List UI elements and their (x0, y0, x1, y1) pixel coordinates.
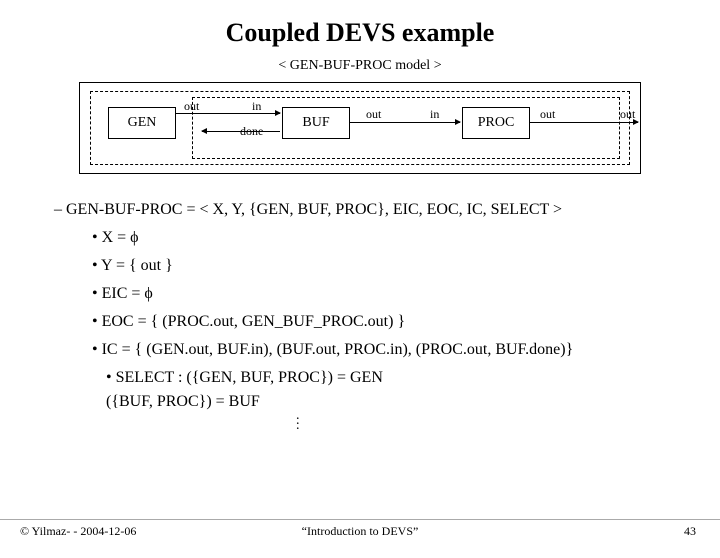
arrow-buf-to-proc (350, 122, 460, 123)
def-eoc: • EOC = { (PROC.out, GEN_BUF_PROC.out) } (36, 310, 684, 334)
definition-list: – GEN-BUF-PROC = < X, Y, {GEN, BUF, PROC… (36, 198, 684, 429)
def-select-line2: ({BUF, PROC}) = BUF (36, 390, 684, 414)
footer-title: “Introduction to DEVS” (0, 524, 720, 539)
def-select-dots: ... (36, 414, 684, 429)
slide-footer: © Yilmaz- - 2004-12-06 “Introduction to … (0, 519, 720, 542)
def-ic: • IC = { (GEN.out, BUF.in), (BUF.out, PR… (36, 338, 684, 362)
coupled-model-diagram: GEN BUF PROC out in done out in out out (79, 82, 641, 174)
def-select-line1: • SELECT : ({GEN, BUF, PROC}) = GEN (36, 366, 684, 390)
slide-subtitle: < GEN-BUF-PROC model > (0, 58, 720, 74)
def-main: – GEN-BUF-PROC = < X, Y, {GEN, BUF, PROC… (36, 198, 684, 222)
buf-box: BUF (282, 107, 350, 139)
port-buf-out: out (366, 107, 381, 122)
port-proc-out: out (540, 107, 555, 122)
footer-page-number: 43 (684, 524, 696, 539)
proc-box: PROC (462, 107, 530, 139)
port-external-out: out (620, 107, 635, 122)
def-eic: • EIC = ϕ (36, 282, 684, 306)
gen-box: GEN (108, 107, 176, 139)
def-x: • X = ϕ (36, 226, 684, 250)
port-proc-in: in (430, 107, 439, 122)
port-buf-in: in (252, 99, 261, 114)
arrow-proc-to-out (530, 122, 638, 123)
slide-title: Coupled DEVS example (0, 18, 720, 48)
def-y: • Y = { out } (36, 254, 684, 278)
port-gen-out: out (184, 99, 199, 114)
port-buf-done: done (240, 124, 263, 139)
